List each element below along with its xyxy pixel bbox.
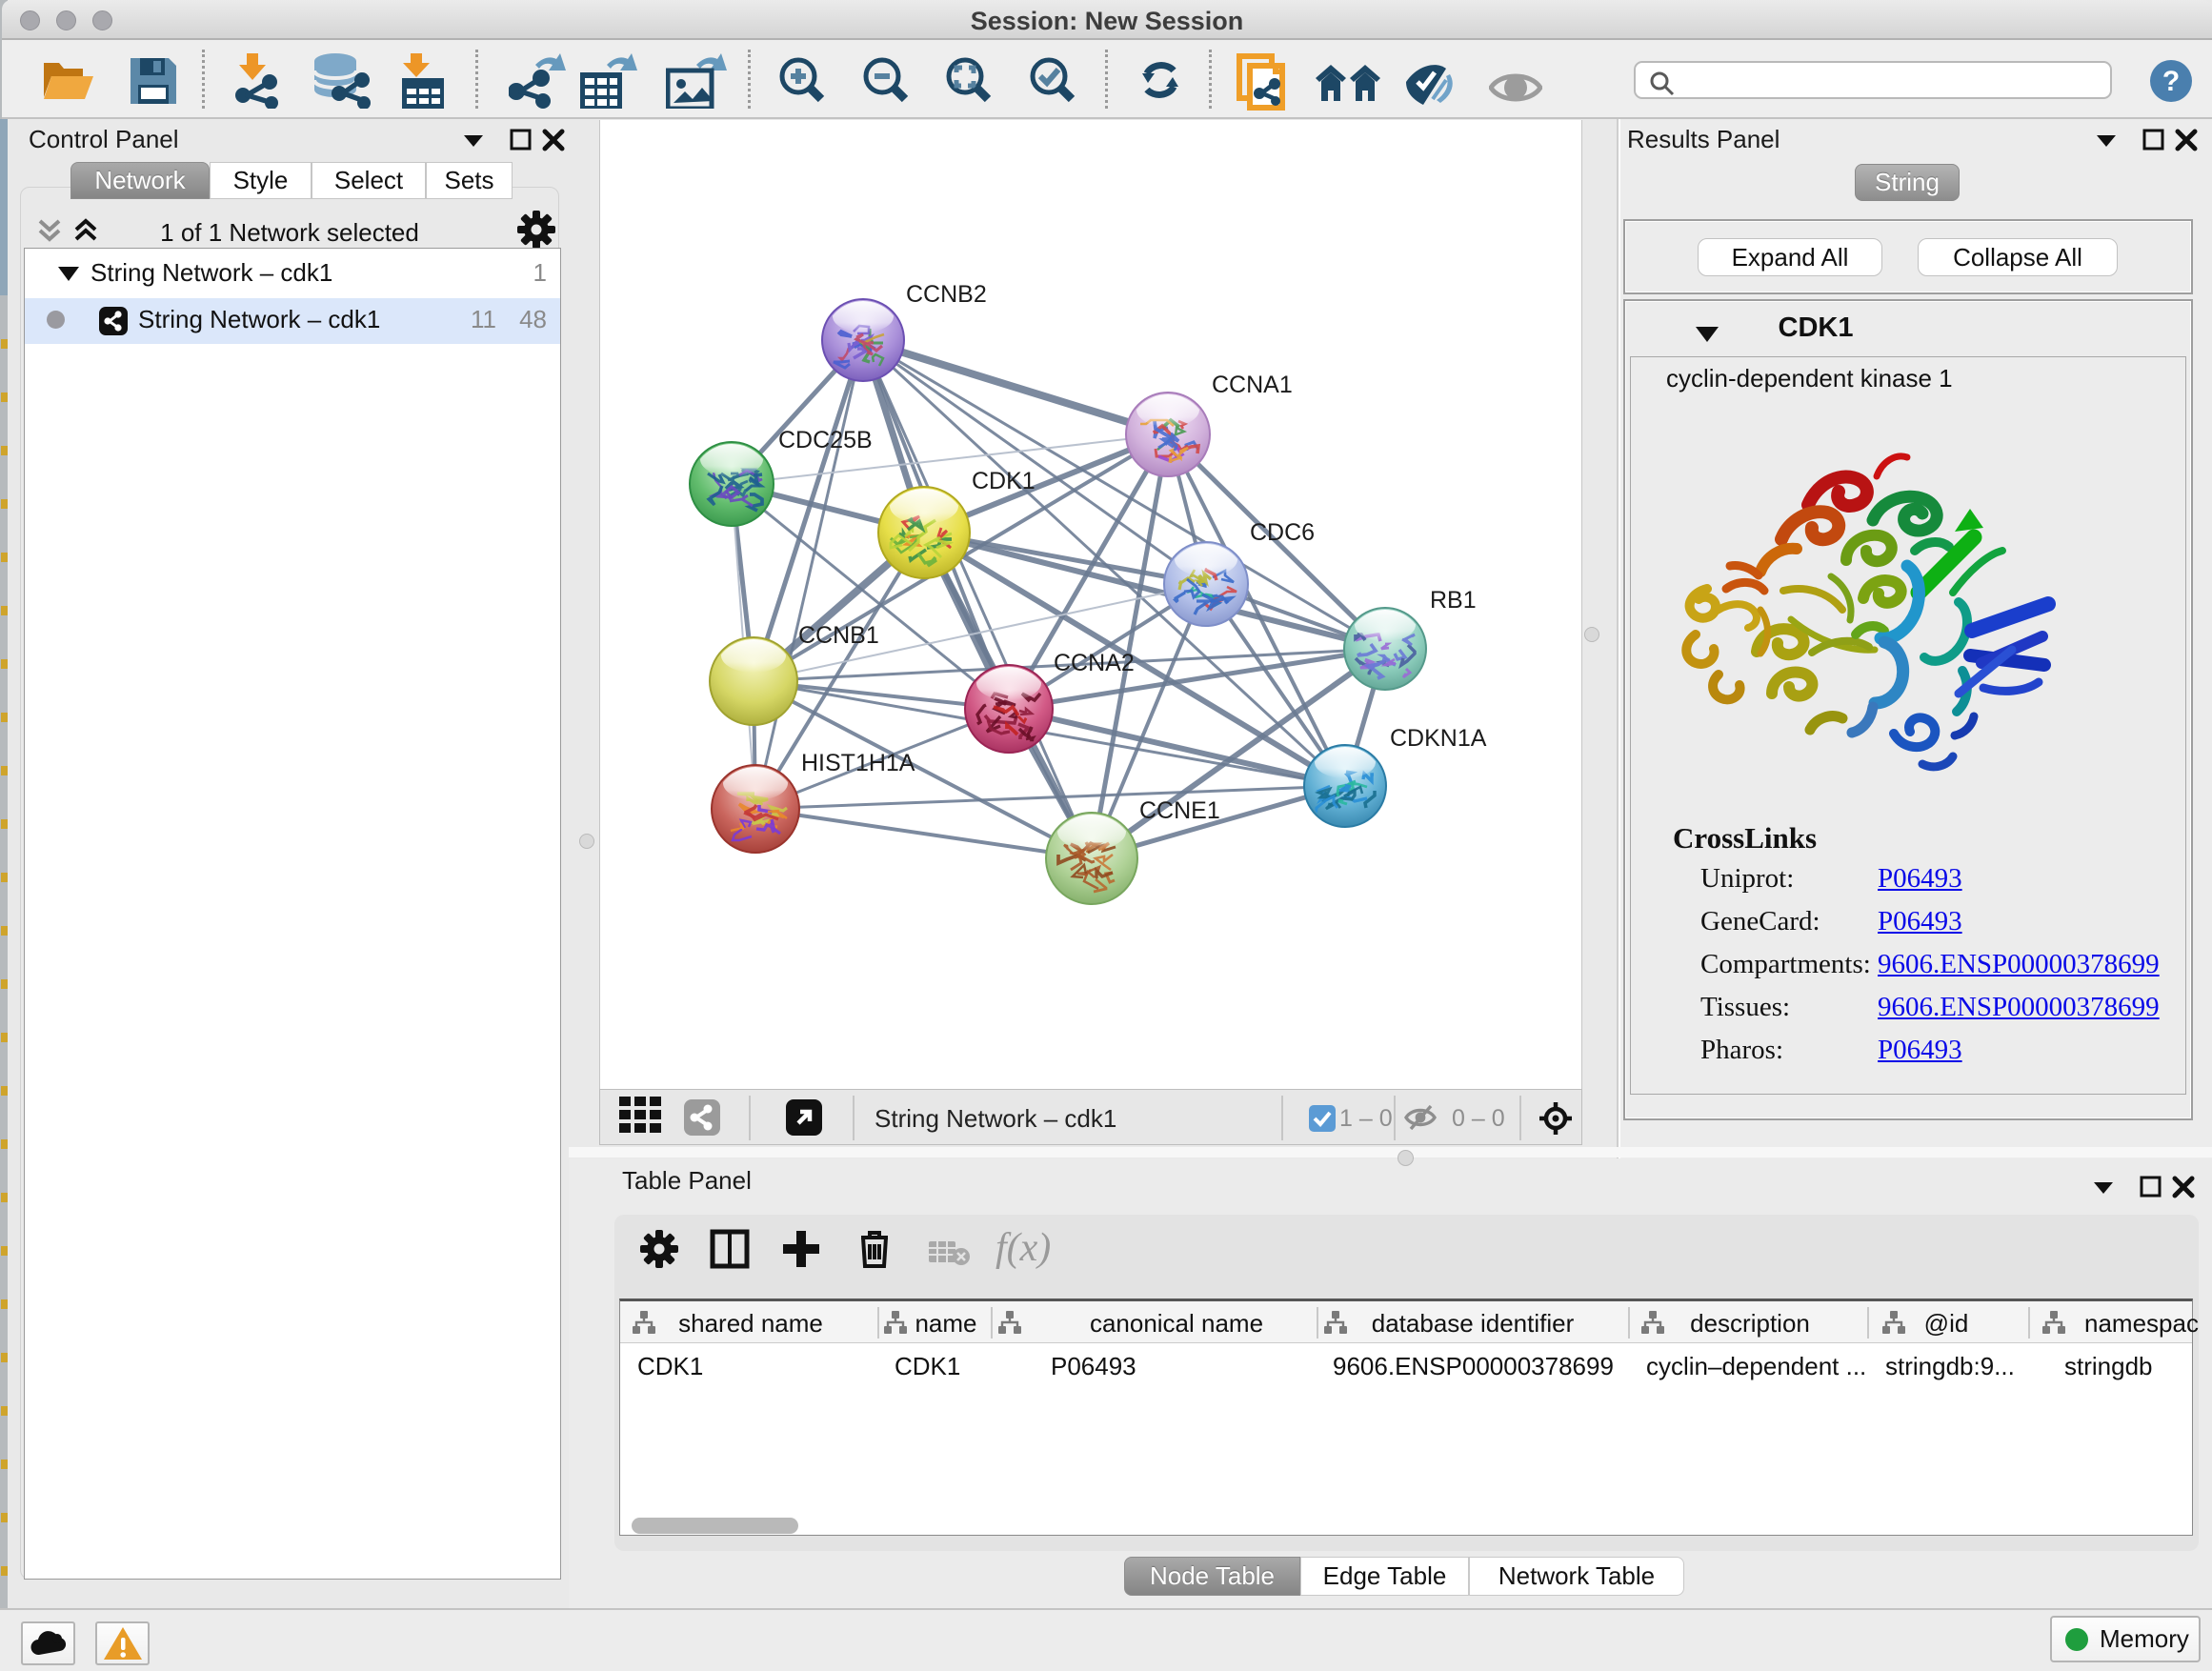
svg-text:CDC6: CDC6 [1250, 519, 1315, 546]
svg-text:HIST1H1A: HIST1H1A [801, 750, 915, 776]
svg-text:CDC25B: CDC25B [778, 427, 873, 453]
svg-text:CCNE1: CCNE1 [1139, 797, 1220, 824]
svg-text:CDKN1A: CDKN1A [1390, 725, 1487, 752]
svg-text:CCNB2: CCNB2 [906, 281, 987, 308]
svg-text:CCNA2: CCNA2 [1054, 650, 1135, 676]
svg-text:CCNA1: CCNA1 [1212, 372, 1293, 398]
svg-text:?: ? [2162, 66, 2180, 97]
svg-text:CDK1: CDK1 [972, 468, 1036, 494]
svg-text:RB1: RB1 [1430, 587, 1477, 614]
svg-text:CCNB1: CCNB1 [798, 622, 879, 649]
